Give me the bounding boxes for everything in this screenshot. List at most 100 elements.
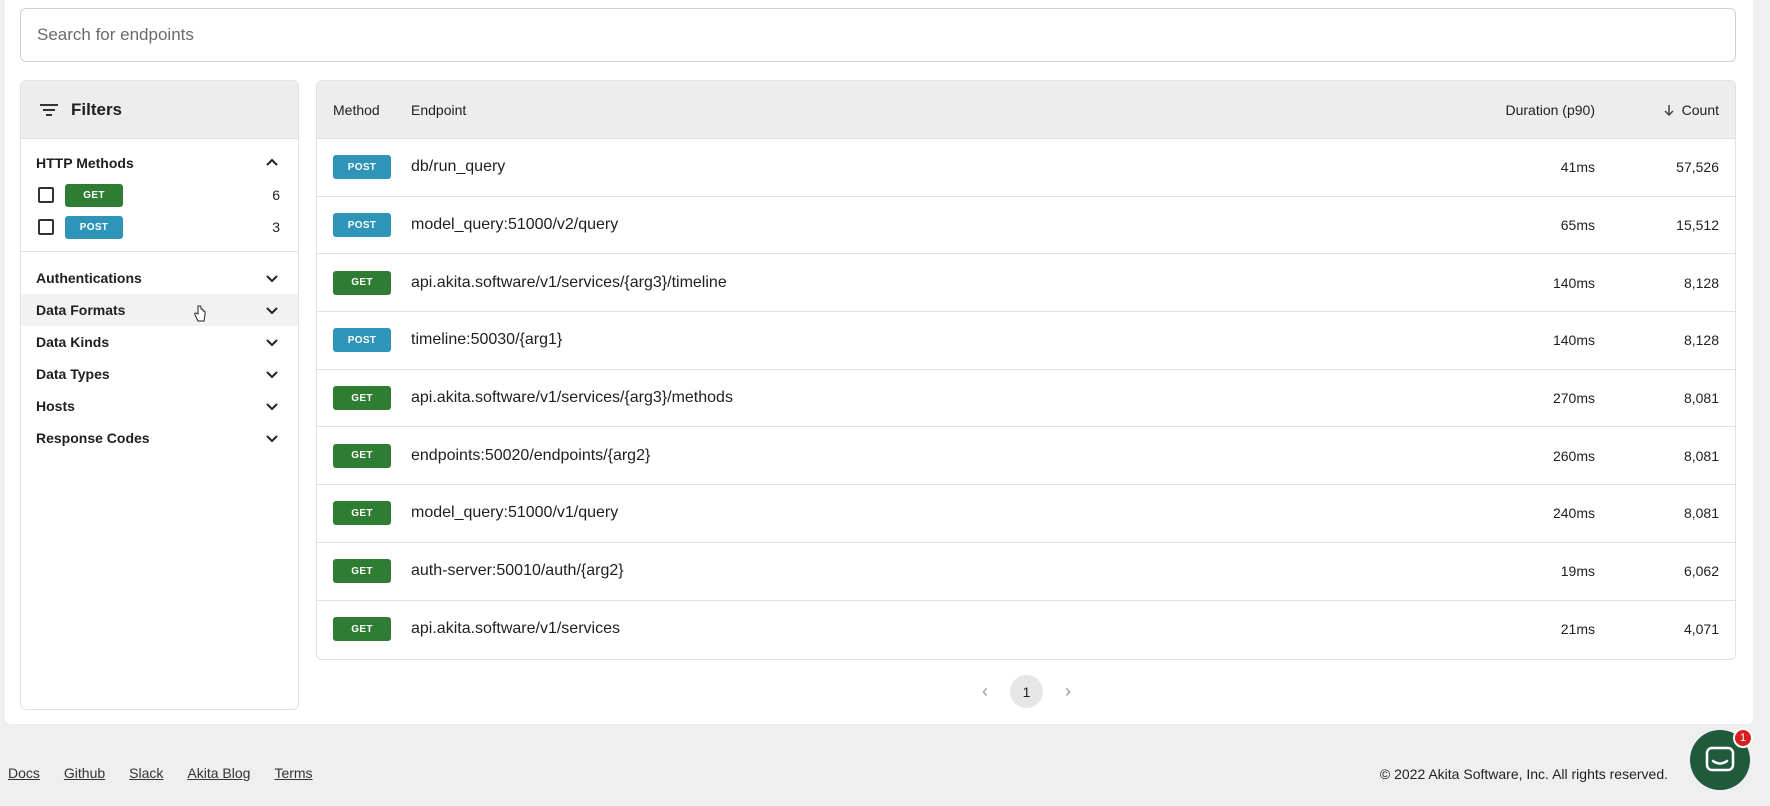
notification-badge: 1 — [1733, 728, 1753, 748]
endpoint-cell: model_query:51000/v1/query — [411, 504, 619, 522]
table-row[interactable]: GET auth-server:50010/auth/{arg2} 19ms 6,06… — [317, 543, 1735, 601]
header-method[interactable]: Method — [317, 102, 411, 118]
section-response-codes[interactable]: Response Codes — [21, 422, 298, 454]
chevron-up-icon — [264, 155, 280, 171]
checkbox[interactable] — [38, 187, 54, 203]
section-label: Hosts — [36, 398, 75, 414]
count-cell: 57,526 — [1676, 159, 1719, 176]
section-label: Data Types — [36, 366, 110, 382]
filter-option-get[interactable]: GET 6 — [21, 179, 298, 211]
section-http-methods[interactable]: HTTP Methods — [21, 147, 298, 179]
table-row[interactable]: GET endpoints:50020/endpoints/{arg2} 260ms… — [317, 427, 1735, 486]
filter-option-post[interactable]: POST 3 — [21, 211, 298, 243]
method-badge: GET — [333, 501, 391, 526]
footer-link-docs[interactable]: Docs — [8, 765, 40, 781]
method-cell: GET — [317, 501, 411, 526]
filters-title: Filters — [71, 99, 123, 119]
count-cell: 8,081 — [1683, 390, 1719, 407]
option-count: 6 — [272, 187, 280, 203]
section-label: Authentications — [36, 270, 142, 286]
table-row[interactable]: POST db/run_query 41ms 57,526 — [317, 139, 1735, 197]
pagination: ‹ 1 › — [970, 675, 1083, 708]
method-cell: GET — [317, 386, 411, 411]
endpoint-cell: auth-server:50010/auth/{arg2} — [411, 562, 624, 580]
endpoint-cell: timeline:50030/{arg1} — [411, 331, 563, 349]
duration-cell: 140ms — [1552, 332, 1595, 349]
footer-links: Docs Github Slack Akita Blog Terms — [8, 765, 313, 781]
count-cell: 8,128 — [1683, 274, 1719, 291]
filter-icon — [39, 102, 59, 118]
chevron-down-icon — [264, 270, 280, 286]
method-badge: POST — [333, 155, 391, 180]
section-label: HTTP Methods — [36, 155, 134, 171]
endpoint-cell: endpoints:50020/endpoints/{arg2} — [411, 446, 651, 464]
method-cell: GET — [317, 559, 411, 584]
section-authentications[interactable]: Authentications — [21, 262, 298, 294]
header-count-label: Count — [1681, 101, 1719, 118]
section-label: Data Kinds — [36, 334, 110, 350]
footer-link-blog[interactable]: Akita Blog — [187, 765, 250, 781]
table-body: POST db/run_query 41ms 57,526 POST model_quer… — [317, 139, 1735, 658]
endpoint-cell: model_query:51000/v2/query — [411, 216, 619, 234]
method-badge: POST — [333, 328, 391, 353]
filters-panel: Filters HTTP Methods GET 6 POST 3 Authen… — [20, 80, 299, 710]
section-hosts[interactable]: Hosts — [21, 390, 298, 422]
chevron-left-icon[interactable]: ‹ — [970, 677, 1000, 707]
footer-link-slack[interactable]: Slack — [129, 765, 163, 781]
method-cell: GET — [317, 443, 411, 468]
section-data-formats[interactable]: Data Formats — [21, 294, 298, 326]
count-cell: 15,512 — [1676, 217, 1719, 234]
endpoints-table: Method Endpoint Duration (p90) Count POS… — [316, 80, 1736, 660]
search-input[interactable] — [35, 24, 1735, 46]
duration-cell: 65ms — [1560, 217, 1595, 234]
divider — [21, 251, 298, 252]
duration-cell: 240ms — [1552, 505, 1595, 522]
header-count[interactable]: Count — [1595, 102, 1735, 118]
method-badge: POST — [333, 213, 391, 238]
table-row[interactable]: GET api.akita.software/v1/services/{arg3}… — [317, 370, 1735, 428]
endpoint-cell: api.akita.software/v1/services/{arg3}/me… — [411, 389, 733, 407]
method-cell: GET — [317, 617, 411, 642]
page-button-current[interactable]: 1 — [1010, 675, 1043, 708]
count-cell: 6,062 — [1683, 563, 1719, 580]
table-row[interactable]: GET api.akita.software/v1/services 21ms 4,0… — [317, 601, 1735, 659]
header-duration[interactable]: Duration (p90) — [1415, 102, 1596, 118]
count-cell: 4,071 — [1683, 621, 1719, 638]
method-badge: GET — [333, 559, 391, 584]
chat-icon — [1705, 746, 1735, 772]
table-row[interactable]: GET model_query:51000/v1/query 240ms 8,081 — [317, 485, 1735, 543]
header-endpoint[interactable]: Endpoint — [411, 102, 1415, 118]
filters-header: Filters — [21, 81, 298, 139]
endpoint-cell: api.akita.software/v1/services/{arg3}/ti… — [411, 273, 727, 291]
chat-button[interactable]: 1 — [1690, 728, 1753, 790]
count-cell: 8,081 — [1683, 505, 1719, 522]
method-cell: POST — [317, 213, 411, 238]
table-header: Method Endpoint Duration (p90) Count — [317, 81, 1735, 139]
footer-link-github[interactable]: Github — [64, 765, 105, 781]
arrow-down-icon — [1664, 104, 1674, 116]
table-row[interactable]: POST timeline:50030/{arg1} 140ms 8,128 — [317, 312, 1735, 370]
chevron-down-icon — [264, 366, 280, 382]
section-label: Data Formats — [36, 302, 126, 318]
section-data-kinds[interactable]: Data Kinds — [21, 326, 298, 358]
hand-cursor-icon — [194, 305, 206, 322]
chevron-down-icon — [264, 334, 280, 350]
checkbox[interactable] — [38, 219, 54, 235]
chevron-down-icon — [264, 302, 280, 318]
method-cell: GET — [317, 270, 411, 295]
table-row[interactable]: GET api.akita.software/v1/services/{arg3}… — [317, 254, 1735, 313]
method-badge-get: GET — [65, 183, 123, 207]
table-row[interactable]: POST model_query:51000/v2/query 65ms 15,512 — [317, 197, 1735, 255]
chevron-right-icon[interactable]: › — [1053, 677, 1083, 707]
method-badge: GET — [333, 617, 391, 642]
section-data-types[interactable]: Data Types — [21, 358, 298, 390]
copyright: © 2022 Akita Software, Inc. All rights r… — [1379, 766, 1668, 782]
search-bar[interactable] — [20, 8, 1736, 62]
footer-link-terms[interactable]: Terms — [274, 765, 312, 781]
section-label: Response Codes — [36, 430, 150, 446]
endpoint-cell: api.akita.software/v1/services — [411, 620, 620, 638]
duration-cell: 19ms — [1560, 563, 1595, 580]
method-cell: POST — [317, 328, 411, 353]
count-cell: 8,128 — [1683, 332, 1719, 349]
endpoint-cell: db/run_query — [411, 158, 506, 176]
